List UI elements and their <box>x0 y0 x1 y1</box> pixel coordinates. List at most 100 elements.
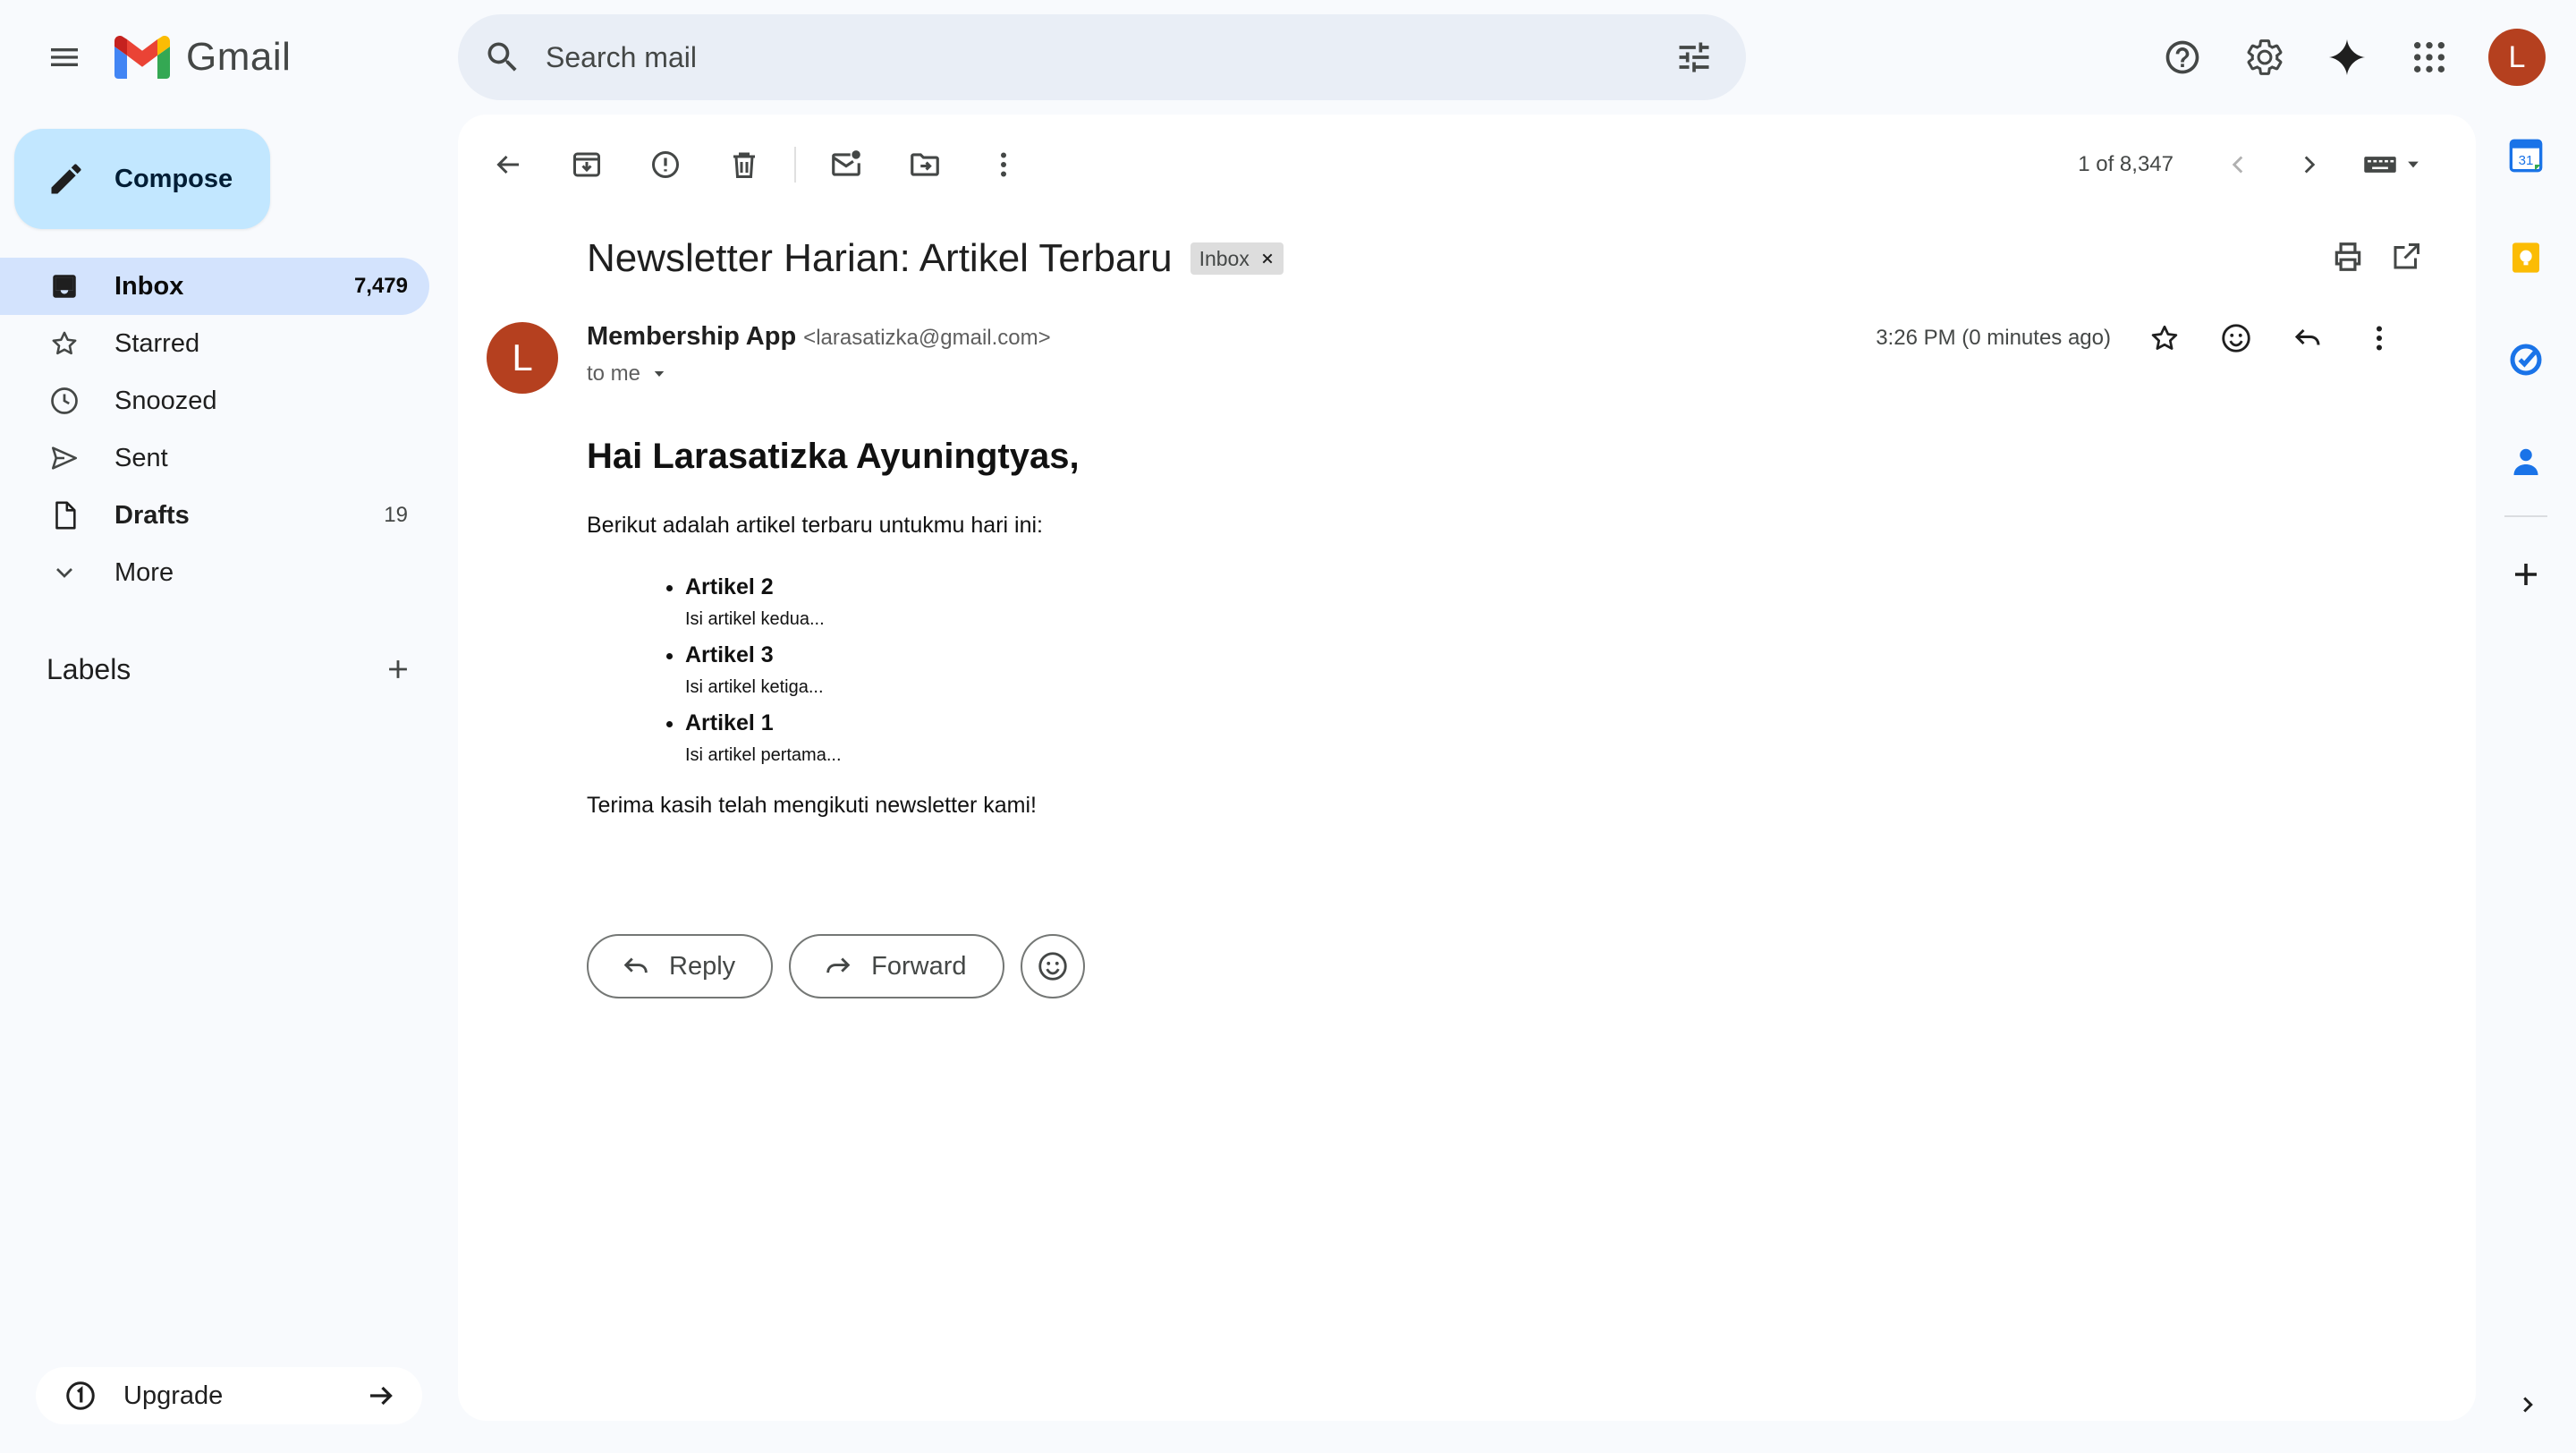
draft-count: 19 <box>384 503 408 527</box>
reply-label: Reply <box>669 951 736 981</box>
subject-actions <box>2331 240 2422 274</box>
compose-button[interactable]: Compose <box>14 129 270 229</box>
chevron-right-icon <box>2304 156 2316 174</box>
sidebar-item-more[interactable]: More <box>0 544 429 601</box>
message-more-button[interactable] <box>2351 310 2408 367</box>
label-chip[interactable]: Inbox <box>1190 242 1284 275</box>
main-menu-button[interactable] <box>36 29 93 86</box>
reply-button[interactable]: Reply <box>587 934 774 998</box>
message-time: 3:26 PM (0 minutes ago) <box>1876 326 2111 350</box>
reply-icon <box>623 957 648 973</box>
toolbar-divider <box>794 147 796 183</box>
sidebar-item-starred[interactable]: Starred <box>0 315 429 372</box>
article-title: Artikel 2 <box>685 574 774 599</box>
search-options-icon[interactable] <box>1674 38 1714 77</box>
report-spam-button[interactable] <box>637 136 694 193</box>
star-icon <box>2151 325 2178 350</box>
sender-info: Membership App <larasatizka@gmail.com> <box>587 322 1051 352</box>
contacts-icon <box>2513 448 2538 475</box>
top-bar-actions: L <box>2152 27 2546 88</box>
calendar-app-button[interactable]: 31 <box>2504 134 2547 177</box>
sidebar-item-label: Drafts <box>114 500 190 530</box>
account-avatar[interactable]: L <box>2488 29 2546 86</box>
move-to-button[interactable] <box>896 136 953 193</box>
chevron-right-icon <box>2523 1397 2533 1413</box>
forward-label: Forward <box>871 951 967 981</box>
article-desc: Isi artikel kedua... <box>685 609 825 629</box>
sidebar-nav: Inbox 7,479 Starred Snoozed Sent Drafts … <box>0 258 429 601</box>
caret-down-icon[interactable] <box>651 366 667 382</box>
tasks-icon <box>2510 344 2542 376</box>
open-new-window-icon[interactable] <box>2390 241 2422 273</box>
side-panel: 31 <box>2504 134 2547 655</box>
plus-icon <box>2515 564 2537 585</box>
article-desc: Isi artikel ketiga... <box>685 677 824 697</box>
reply-button-header[interactable] <box>2279 310 2336 367</box>
recipient-details[interactable]: to me <box>587 361 667 387</box>
add-reaction-button[interactable] <box>2207 310 2265 367</box>
tasks-app-button[interactable] <box>2504 338 2547 381</box>
pager-text: 1 of 8,347 <box>2078 152 2174 176</box>
add-label-icon[interactable] <box>383 654 413 684</box>
star-button[interactable] <box>2136 310 2193 367</box>
gmail-wordmark: Gmail <box>186 35 292 79</box>
get-addons-button[interactable] <box>2504 553 2547 596</box>
more-vert-icon <box>1001 152 1006 177</box>
search-icon[interactable] <box>483 38 522 77</box>
sidebar-item-inbox[interactable]: Inbox 7,479 <box>0 258 429 315</box>
close-icon[interactable] <box>1260 251 1275 266</box>
gear-icon <box>2247 39 2283 75</box>
message-toolbar <box>479 129 1054 200</box>
unread-count: 7,479 <box>353 274 408 298</box>
sender-name[interactable]: Membership App <box>587 322 796 352</box>
message-meta: 3:26 PM (0 minutes ago) <box>1876 310 2422 367</box>
settings-button[interactable] <box>2234 27 2295 88</box>
sidebar-item-drafts[interactable]: Drafts 19 <box>0 487 429 544</box>
show-side-panel-button[interactable] <box>2510 1387 2546 1423</box>
keep-app-button[interactable] <box>2504 236 2547 279</box>
pagination: 1 of 8,347 <box>2078 129 2422 200</box>
search-bar[interactable] <box>458 14 1746 100</box>
apps-button[interactable] <box>2399 27 2460 88</box>
input-tools-button[interactable] <box>2363 151 2422 178</box>
delete-button[interactable] <box>716 136 773 193</box>
gemini-button[interactable] <box>2317 27 2377 88</box>
recipient-text: to me <box>587 361 641 386</box>
list-item: Artikel 3 Isi artikel ketiga... <box>685 642 2018 698</box>
sidebar-item-sent[interactable]: Sent <box>0 429 429 487</box>
contacts-app-button[interactable] <box>2504 440 2547 483</box>
archive-button[interactable] <box>558 136 615 193</box>
forward-button[interactable]: Forward <box>789 934 1004 998</box>
labels-header: Labels <box>47 641 413 698</box>
newer-button[interactable] <box>2209 136 2267 193</box>
print-icon[interactable] <box>2331 240 2365 274</box>
label-chip-text: Inbox <box>1199 246 1250 270</box>
back-button[interactable] <box>479 136 537 193</box>
mark-unread-button[interactable] <box>818 136 875 193</box>
archive-icon <box>573 152 600 177</box>
older-button[interactable] <box>2281 136 2338 193</box>
search-input[interactable] <box>546 40 1674 74</box>
emoji-icon <box>1038 952 1067 981</box>
emoji-reaction-button[interactable] <box>1020 934 1085 998</box>
upgrade-button[interactable]: Upgrade <box>36 1367 422 1424</box>
keyboard-icon <box>2364 157 2396 173</box>
sender-avatar[interactable]: L <box>487 322 558 394</box>
reply-actions: Reply Forward <box>587 934 1085 998</box>
subject-row: Newsletter Harian: Artikel Terbaru Inbox <box>587 236 1284 281</box>
gmail-logo[interactable]: Gmail <box>114 32 291 82</box>
list-item: Artikel 2 Isi artikel kedua... <box>685 574 2018 630</box>
forward-icon <box>826 957 851 973</box>
chevron-down-icon <box>47 555 82 591</box>
support-button[interactable] <box>2152 27 2213 88</box>
closing-text: Terima kasih telah mengikuti newsletter … <box>587 793 1037 818</box>
article-title: Artikel 3 <box>685 642 774 667</box>
more-actions-button[interactable] <box>975 136 1032 193</box>
inbox-icon <box>47 268 82 304</box>
sidebar-item-snoozed[interactable]: Snoozed <box>0 372 429 429</box>
draft-icon <box>47 497 82 533</box>
list-item: Artikel 1 Isi artikel pertama... <box>685 710 2018 766</box>
clock-icon <box>47 383 82 419</box>
arrow-left-icon <box>496 155 519 174</box>
message-view: 1 of 8,347 Newsletter Harian: Artikel Te… <box>458 115 2476 1421</box>
